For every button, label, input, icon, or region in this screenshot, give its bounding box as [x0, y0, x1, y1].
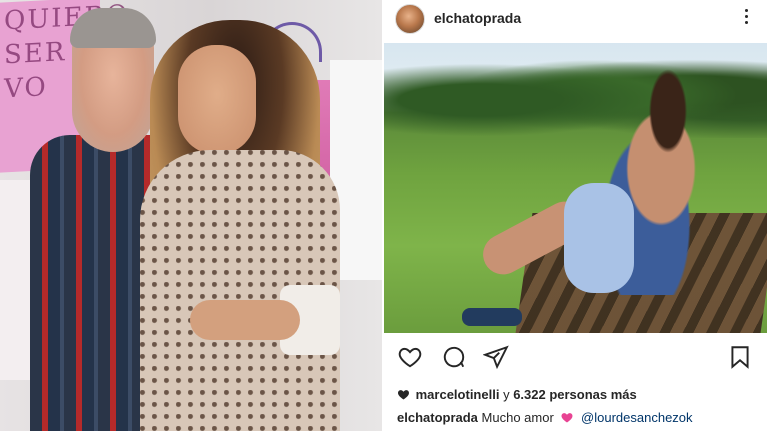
- man-hair: [70, 8, 156, 48]
- sneaker: [462, 308, 522, 326]
- vertical-dots-icon[interactable]: [743, 9, 749, 29]
- paper-plane-icon[interactable]: [482, 344, 509, 370]
- pink-heart-icon: [561, 413, 573, 423]
- heart-small-icon: [398, 390, 409, 400]
- caption-text: Mucho amor: [481, 410, 554, 425]
- caption-author[interactable]: elchatoprada: [397, 410, 478, 425]
- likes-connector: y: [503, 387, 510, 402]
- arm: [190, 300, 300, 340]
- heart-outline-icon[interactable]: [397, 344, 423, 370]
- caption-mention-link[interactable]: @lourdesanchezok: [581, 410, 692, 425]
- likes-line: marcelotinelli y 6.322 personas más: [397, 387, 637, 402]
- caption-line: elchatoprada Mucho amor @lourdesanchezok: [397, 410, 693, 425]
- post-username[interactable]: elchatoprada: [434, 10, 521, 26]
- post-image[interactable]: [384, 43, 767, 333]
- liker-username[interactable]: marcelotinelli: [416, 387, 500, 402]
- left-photo: QUIERO SER VO: [0, 0, 382, 431]
- comment-bubble-icon[interactable]: [441, 344, 467, 370]
- instagram-post: elchatoprada marcelotinelli y 6.322 pers…: [384, 0, 767, 431]
- likes-count[interactable]: 6.322 personas más: [513, 387, 637, 402]
- post-header: elchatoprada: [384, 0, 767, 40]
- bookmark-icon[interactable]: [727, 344, 753, 370]
- woman-face: [178, 45, 256, 155]
- baby: [564, 183, 634, 293]
- post-actions: [384, 340, 767, 376]
- avatar[interactable]: [395, 4, 425, 34]
